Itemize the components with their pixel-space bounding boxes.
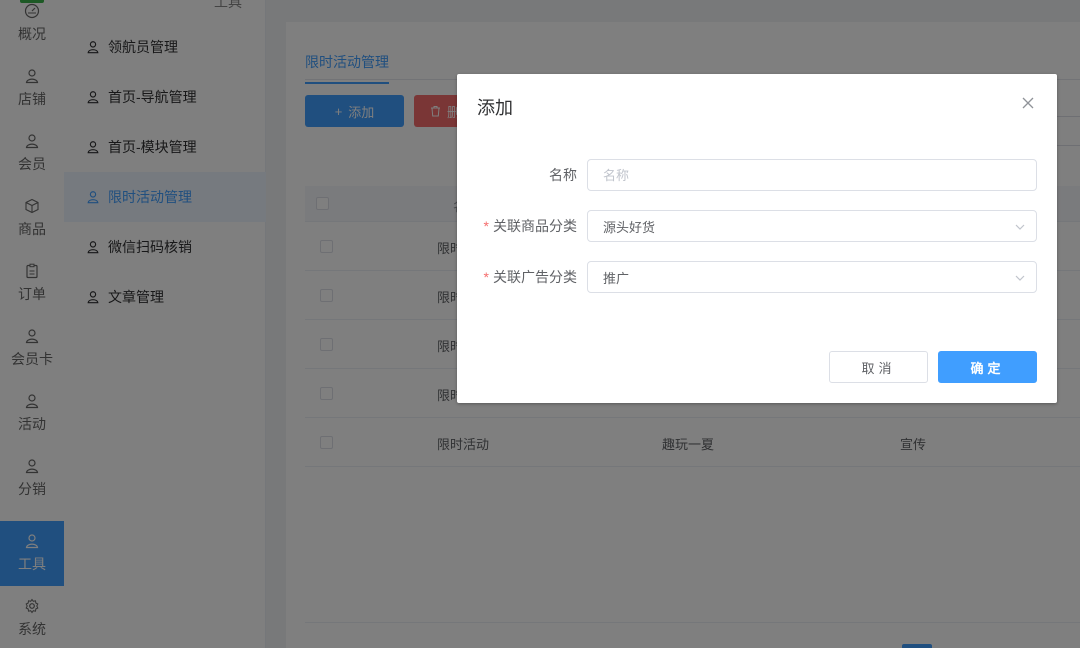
required-mark: * xyxy=(483,269,489,285)
dialog-title: 添加 xyxy=(477,98,513,118)
chevron-down-icon xyxy=(1015,275,1025,281)
ad-category-select[interactable]: 推广 xyxy=(587,261,1037,293)
confirm-button[interactable]: 确定 xyxy=(938,351,1037,383)
cancel-button[interactable]: 取消 xyxy=(829,351,928,383)
ad-category-value: 推广 xyxy=(603,270,630,286)
name-label: 名称 xyxy=(549,167,577,183)
name-input[interactable] xyxy=(587,159,1037,191)
goods-category-label: * 关联商品分类 xyxy=(457,216,577,236)
add-dialog: 添加 名称 *关联商品分类 源头好货 *关联广告分类 推广 取消 确定 xyxy=(457,74,1057,403)
ad-category-label-text: 关联广告分类 xyxy=(493,269,577,285)
chevron-down-icon xyxy=(1015,224,1025,230)
goods-category-label-text: 关联商品分类 xyxy=(493,218,577,234)
goods-category-value: 源头好货 xyxy=(603,219,656,235)
close-icon[interactable] xyxy=(1020,95,1036,111)
ad-category-label: * 关联广告分类 xyxy=(457,267,577,287)
required-mark: * xyxy=(483,218,489,234)
goods-category-select[interactable]: 源头好货 xyxy=(587,210,1037,242)
